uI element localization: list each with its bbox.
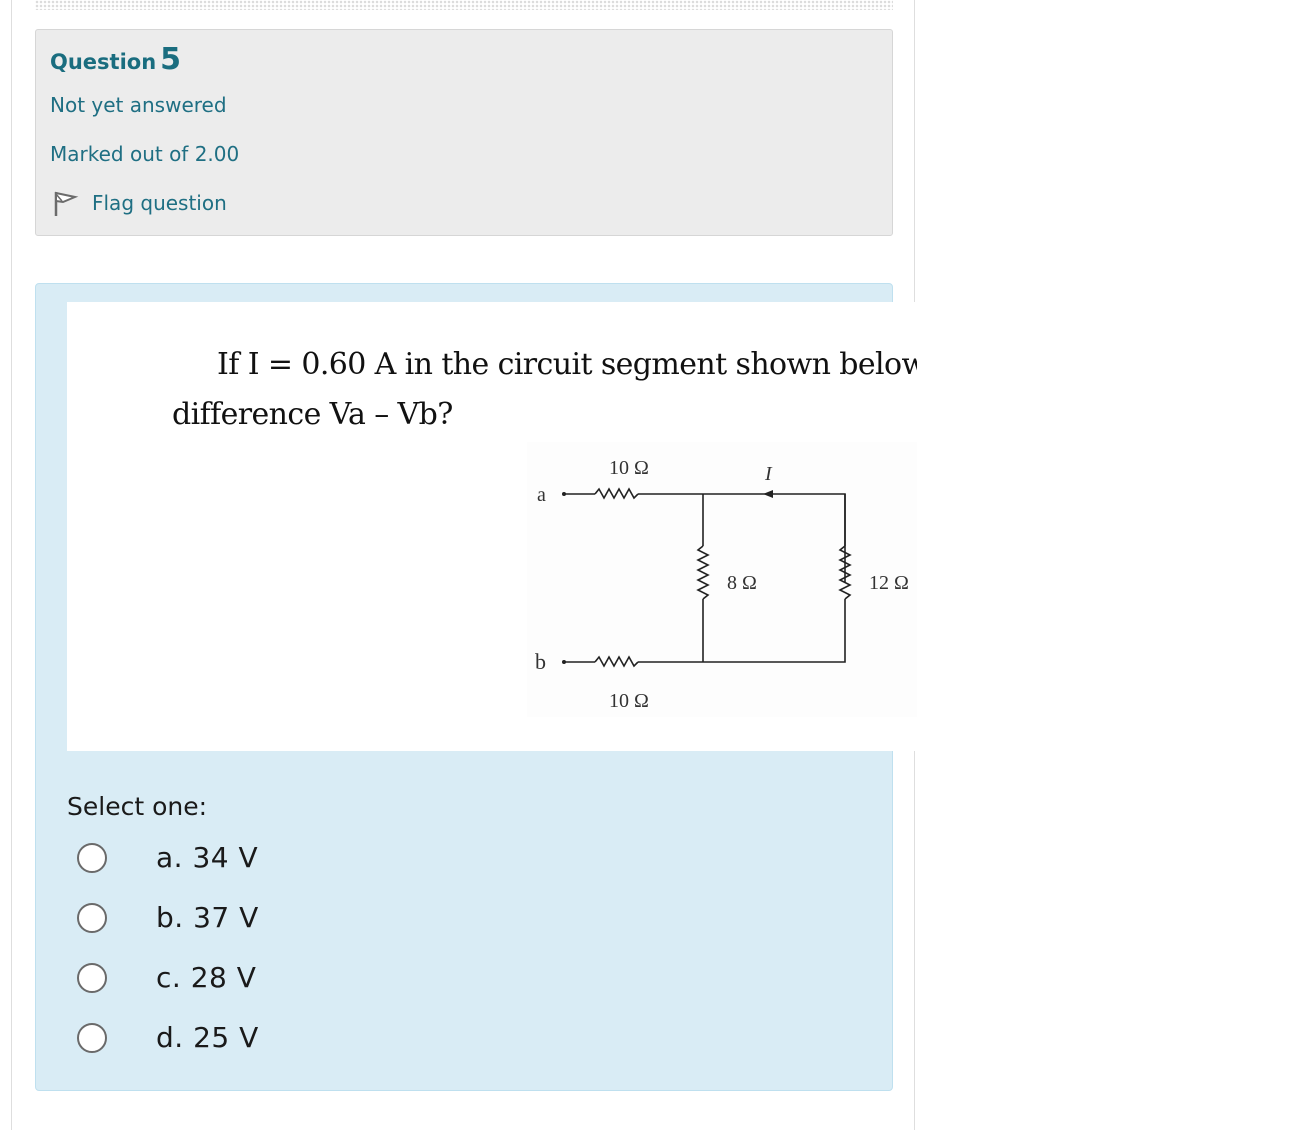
option-d-text: 25 V — [193, 1021, 259, 1054]
option-b-letter: b. — [156, 901, 184, 934]
label-r-top: 10 Ω — [609, 457, 649, 479]
question-text: If I = 0.60 A in the circuit segment sho… — [172, 340, 917, 440]
answer-option-b[interactable]: b. 37 V — [77, 901, 259, 934]
top-divider — [35, 0, 893, 10]
question-text-line1: If I = 0.60 A in the circuit segment sho… — [217, 347, 917, 382]
question-number-heading: Question 5 — [50, 42, 181, 77]
option-b-label: b. 37 V — [156, 901, 259, 934]
label-r-bottom: 10 Ω — [609, 690, 649, 712]
radio-button-c[interactable] — [77, 962, 107, 993]
resistor-middle — [696, 545, 710, 600]
option-d-letter: d. — [156, 1021, 184, 1054]
circuit-diagram: 10 Ω 10 Ω 8 Ω 12 Ω I a b — [527, 442, 917, 717]
current-arrow — [763, 490, 773, 498]
resistor-top — [594, 487, 639, 500]
question-text-line2: difference Va – Vb? — [172, 397, 453, 432]
quiz-page: Question 5 Not yet answered Marked out of… — [0, 0, 1290, 1130]
option-a-letter: a. — [156, 841, 184, 874]
node-a-dot — [562, 492, 566, 496]
question-number: 5 — [160, 42, 182, 77]
option-a-label: a. 34 V — [156, 841, 258, 874]
option-c-label: c. 28 V — [156, 961, 256, 994]
wire-right-bottom — [638, 599, 846, 663]
radio-button-b[interactable] — [77, 902, 107, 933]
question-image: If I = 0.60 A in the circuit segment sho… — [67, 302, 917, 751]
label-node-b: b — [535, 649, 546, 674]
select-one-prompt: Select one: — [67, 792, 208, 821]
question-info-panel: Question 5 Not yet answered Marked out of… — [35, 29, 893, 236]
wire-top — [638, 493, 846, 582]
label-node-a: a — [537, 484, 546, 506]
option-c-text: 28 V — [190, 961, 257, 994]
option-c-letter: c. — [156, 961, 182, 994]
flag-icon — [54, 191, 79, 216]
node-b-dot — [562, 660, 566, 664]
label-r-middle: 8 Ω — [727, 572, 757, 594]
radio-button-d[interactable] — [77, 1022, 107, 1053]
question-grade: Marked out of 2.00 — [50, 142, 240, 166]
option-d-label: d. 25 V — [156, 1021, 259, 1054]
radio-button-a[interactable] — [77, 842, 107, 873]
answer-option-d[interactable]: d. 25 V — [77, 1021, 259, 1054]
answer-option-c[interactable]: c. 28 V — [77, 961, 256, 994]
question-state: Not yet answered — [50, 93, 227, 117]
flag-question-label: Flag question — [92, 191, 227, 215]
label-current: I — [764, 463, 773, 485]
option-a-text: 34 V — [192, 841, 259, 874]
resistor-bottom — [594, 655, 639, 668]
answer-option-a[interactable]: a. 34 V — [77, 841, 258, 874]
label-r-right: 12 Ω — [869, 572, 909, 594]
question-prefix: Question — [50, 50, 157, 74]
option-b-text: 37 V — [193, 901, 259, 934]
left-border — [11, 0, 12, 1130]
flag-question-link[interactable]: Flag question — [50, 188, 227, 218]
